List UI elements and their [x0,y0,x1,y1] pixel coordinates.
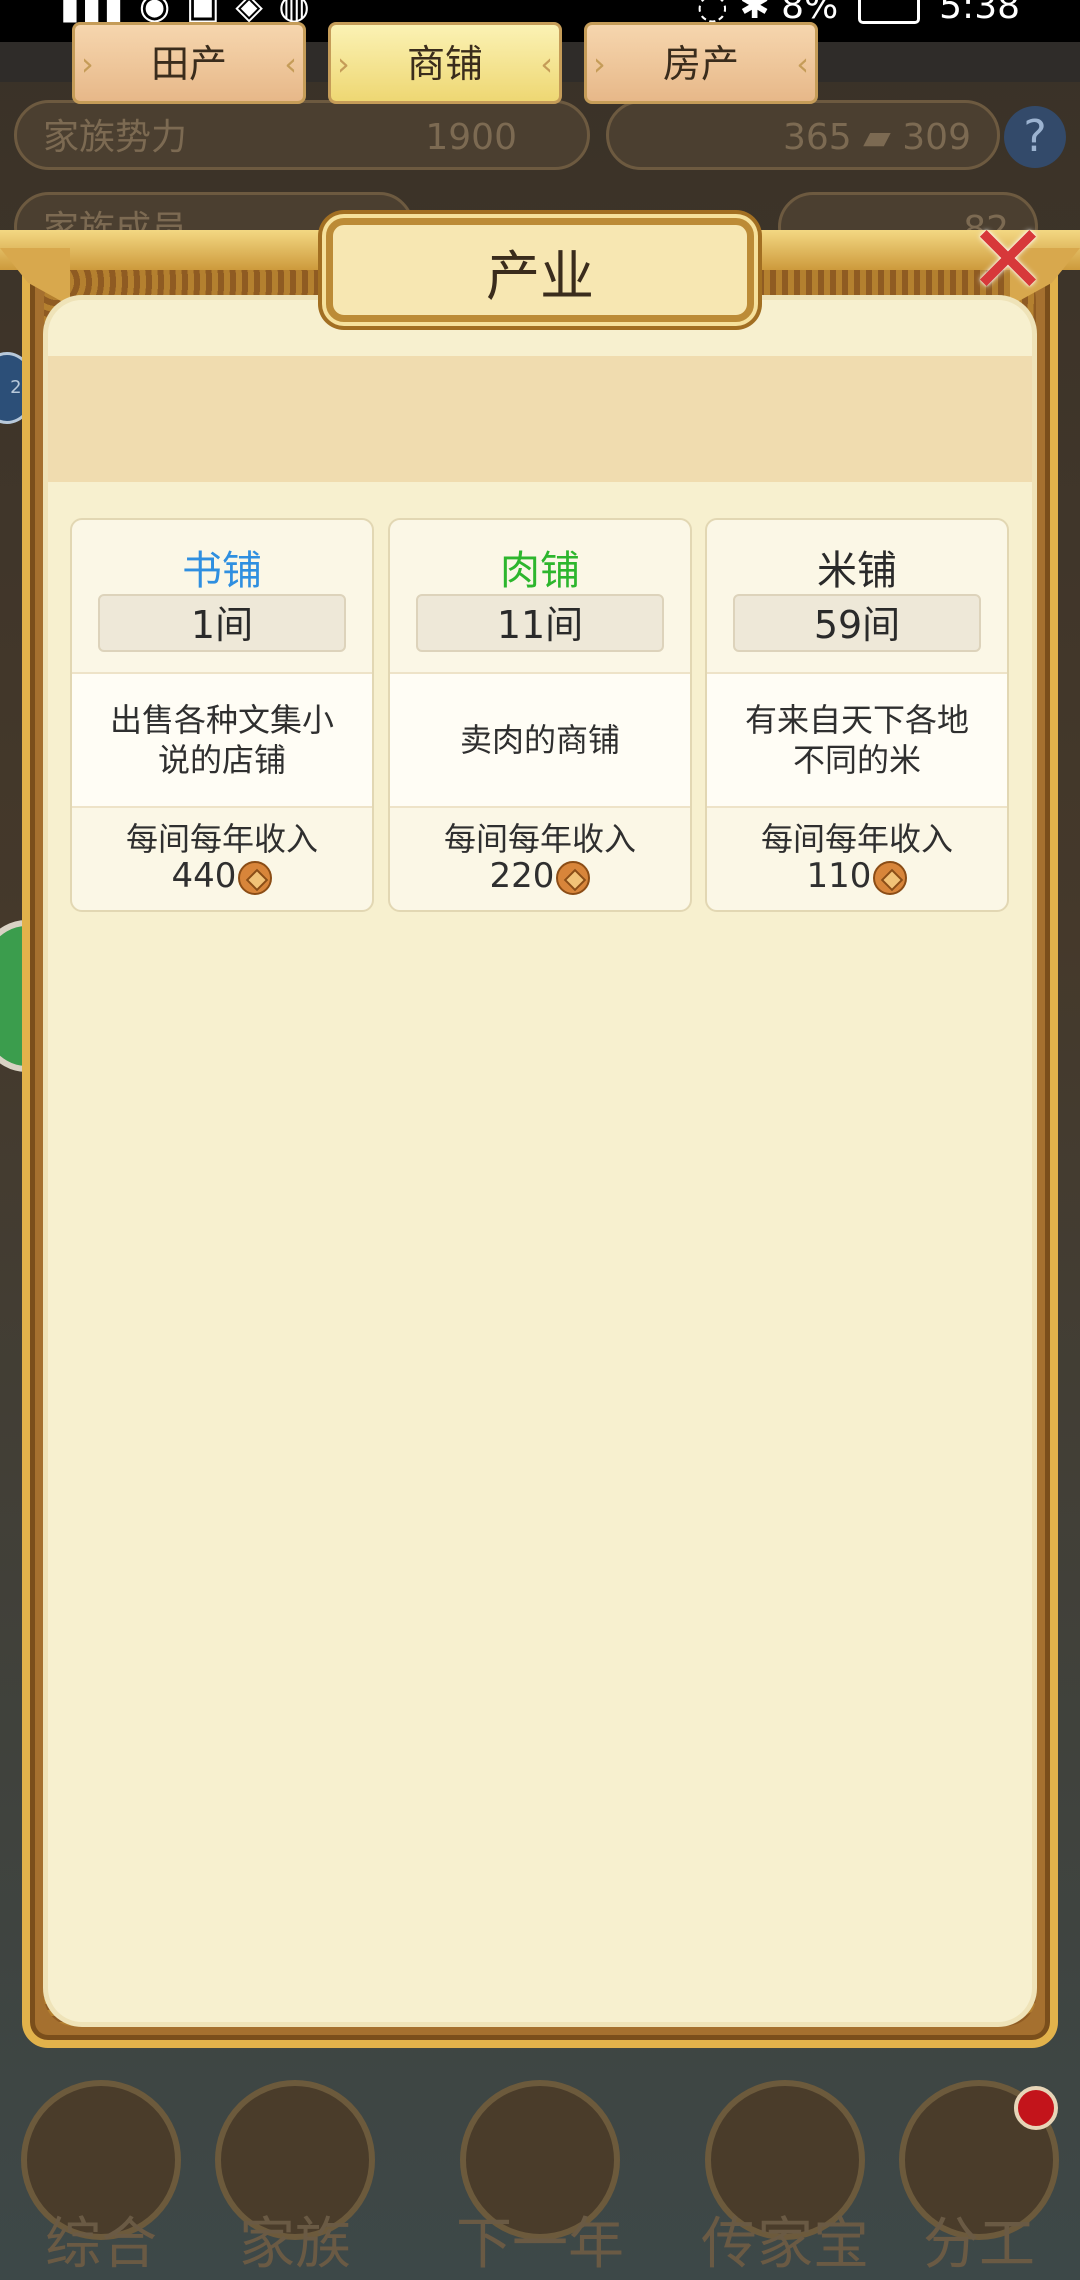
shop-card-meat[interactable]: 肉铺 11间 卖肉的商铺 每间每年收入 220 [388,518,692,912]
nav-next-year[interactable]: 下一年 [445,2080,635,2277]
tab-farmland[interactable]: › 田产 ‹ [72,22,306,104]
shop-card-rice[interactable]: 米铺 59间 有来自天下各地不同的米 每间每年收入 110 [705,518,1009,912]
shop-name: 肉铺 [500,548,580,594]
clock: 5:38 [939,0,1020,27]
nav-label: 分工 [923,2212,1035,2277]
resource-a-value: 365 [782,117,852,158]
shop-count: 1间 [98,594,346,652]
chevron-left-icon: ‹ [540,45,553,83]
bottom-nav: 综合 家族 下一年 传家宝 分工 [0,2060,1080,2280]
coin-icon [238,860,273,895]
shop-description: 有来自天下各地不同的米 [707,672,1007,808]
shop-card-book[interactable]: 书铺 1间 出售各种文集小说的店铺 每间每年收入 440 [70,518,374,912]
chevron-left-icon: ‹ [796,45,809,83]
battery-icon [857,0,920,24]
nav-label: 下一年 [456,2212,624,2277]
nav-division[interactable]: 分工 [884,2080,1074,2277]
nav-label: 综合 [45,2212,157,2277]
income-value: 440 [171,856,237,896]
nav-overview[interactable]: 综合 [6,2080,196,2277]
resource-panel: 365 ▰ 309 [606,100,1000,170]
nav-label: 传家宝 [701,2212,869,2277]
shop-count: 59间 [733,594,981,652]
shop-name: 米铺 [817,548,897,594]
shop-description: 出售各种文集小说的店铺 [72,672,372,808]
income-label: 每间每年收入 [760,820,953,858]
family-power-label: 家族势力 [43,117,188,158]
close-button[interactable]: ✕ [958,210,1058,310]
chevron-right-icon: › [337,45,350,83]
resource-b-value: 309 [902,117,971,158]
shop-description: 卖肉的商铺 [390,672,690,808]
income-label: 每间每年收入 [443,820,636,858]
book-icon: ▰ [863,117,891,158]
tab-strip [48,356,1032,482]
shop-count: 11间 [416,594,664,652]
tab-label: 商铺 [406,42,483,86]
nav-label: 家族 [239,2212,351,2277]
chevron-right-icon: › [593,45,606,83]
income-value: 220 [489,856,555,896]
coin-icon [873,860,908,895]
income-label: 每间每年收入 [125,820,318,858]
family-power-value: 1900 [425,117,517,158]
family-power-panel: 家族势力 1900 [14,100,590,170]
notification-dot [1014,2086,1058,2130]
tab-shops[interactable]: › 商铺 ‹ [328,22,562,104]
tab-label: 田产 [150,42,227,86]
help-icon[interactable]: ? [1004,106,1066,168]
tab-label: 房产 [662,42,739,86]
chevron-right-icon: › [81,45,94,83]
coin-icon [556,860,591,895]
shop-name: 书铺 [182,548,262,594]
tab-property[interactable]: › 房产 ‹ [584,22,818,104]
chevron-left-icon: ‹ [284,45,297,83]
income-row: 110 [707,856,1007,896]
nav-family[interactable]: 家族 [200,2080,390,2277]
income-value: 110 [806,856,872,896]
income-row: 440 [72,856,372,896]
income-row: 220 [390,856,690,896]
modal-title: 产业 [326,218,754,322]
nav-heirloom[interactable]: 传家宝 [690,2080,880,2277]
